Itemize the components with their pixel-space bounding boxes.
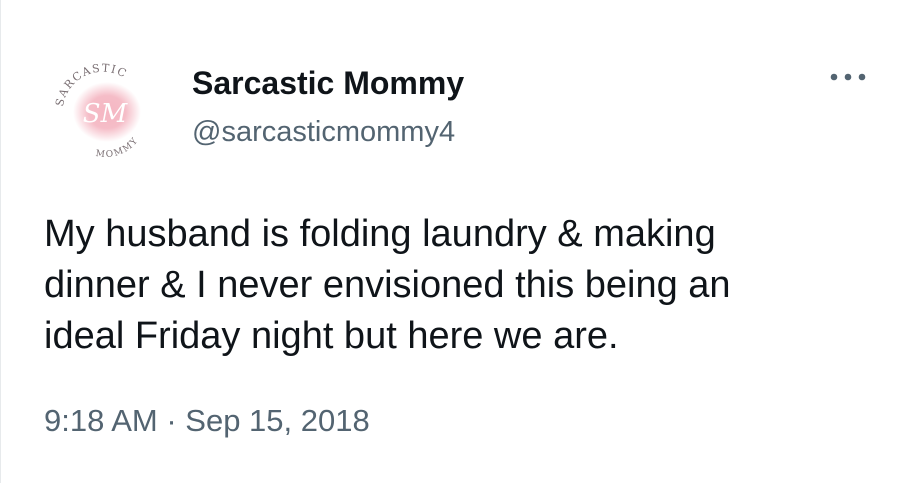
more-options-button[interactable] (827, 64, 869, 90)
tweet-text-line: ideal Friday night but here we are. (44, 315, 619, 357)
tweet-text-line: My husband is folding laundry & making (44, 213, 716, 255)
user-handle[interactable]: @sarcasticmommy4 (192, 115, 455, 149)
avatar[interactable]: SARCASTIC MOMMY SM (45, 55, 161, 171)
tweet-text: My husband is folding laundry & making d… (44, 209, 864, 362)
logo-monogram: SM (83, 99, 129, 129)
tweet-timestamp[interactable]: 9:18 AM · Sep 15, 2018 (44, 403, 370, 439)
sarcastic-mommy-logo: SARCASTIC MOMMY SM (46, 56, 160, 170)
tweet-card: SARCASTIC MOMMY SM Sarcastic Mommy @sarc… (0, 0, 903, 483)
more-horizontal-icon (830, 73, 866, 81)
tweet-text-line: dinner & I never envisioned this being a… (44, 264, 731, 306)
display-name[interactable]: Sarcastic Mommy (192, 64, 464, 102)
